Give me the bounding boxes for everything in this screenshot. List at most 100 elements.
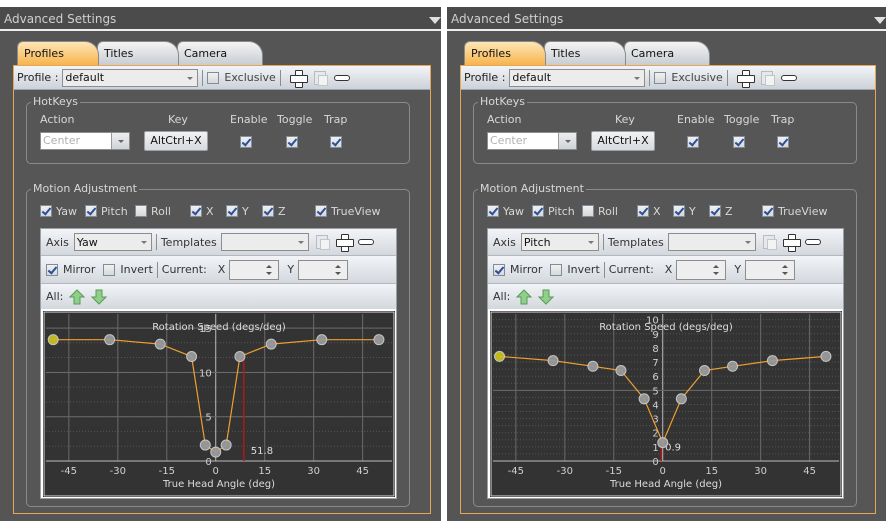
templates-select[interactable] — [220, 233, 309, 251]
control-point[interactable] — [265, 338, 277, 350]
selected-control-point[interactable] — [494, 350, 506, 362]
yaw-check-item[interactable]: Yaw — [487, 205, 524, 218]
z-checkbox[interactable] — [709, 205, 721, 217]
control-point[interactable] — [615, 365, 627, 377]
copy-template-button[interactable] — [313, 233, 331, 251]
tab-titles[interactable]: Titles — [544, 41, 626, 65]
enable-checkbox[interactable] — [687, 136, 699, 148]
z-check-item[interactable]: Z — [709, 205, 733, 218]
tab-profiles[interactable]: Profiles — [464, 41, 546, 65]
control-point[interactable] — [587, 360, 599, 372]
profile-select[interactable]: default — [509, 68, 646, 87]
yaw-checkbox[interactable] — [487, 205, 499, 217]
current-y-spinner[interactable] — [298, 259, 349, 280]
axis-select[interactable]: Pitch — [520, 233, 599, 251]
control-point[interactable] — [699, 365, 711, 377]
chevron-down-icon[interactable] — [111, 133, 129, 149]
control-point[interactable] — [657, 437, 669, 449]
yaw-checkbox[interactable] — [40, 205, 52, 217]
profile-select[interactable]: default — [62, 68, 199, 87]
response-curve-svg[interactable]: -45 -30 -15 0 15 30 45012345678910Rotation Spe… — [490, 311, 842, 497]
remove-profile-button[interactable] — [780, 69, 798, 87]
tab-camera[interactable]: Camera — [624, 41, 710, 65]
control-point[interactable] — [547, 355, 559, 367]
chevron-down-icon[interactable] — [558, 133, 576, 149]
control-point[interactable] — [727, 360, 739, 372]
invert-checkbox[interactable] — [550, 263, 563, 276]
remove-template-button[interactable] — [804, 233, 822, 251]
control-point[interactable] — [675, 393, 687, 405]
x-check-item[interactable]: X — [190, 205, 214, 218]
trap-checkbox[interactable] — [330, 136, 342, 148]
response-curve-plot[interactable]: -45 -30 -15 0 15 30 45 0 1 2 3 4 5 6 7 8 9 10 Rotation Spe… — [490, 311, 842, 497]
control-point[interactable] — [766, 355, 778, 367]
enable-checkbox[interactable] — [240, 136, 252, 148]
collapse-triangle-icon[interactable] — [874, 17, 886, 24]
y-check-item[interactable]: Y — [673, 205, 696, 218]
control-point[interactable] — [220, 439, 232, 451]
control-point[interactable] — [186, 351, 198, 363]
exclusive-checkbox[interactable] — [654, 71, 667, 84]
control-point[interactable] — [104, 334, 116, 346]
trueview-check-item[interactable]: TrueView — [762, 205, 827, 218]
roll-checkbox[interactable] — [582, 205, 594, 217]
add-template-button[interactable] — [782, 233, 801, 252]
yaw-check-item[interactable]: Yaw — [40, 205, 77, 218]
y-checkbox[interactable] — [673, 205, 685, 217]
x-checkbox[interactable] — [637, 205, 649, 217]
response-curve-svg[interactable]: -45 -30 -15 0 15 30 45051015Rotation Speed (de… — [43, 311, 395, 497]
add-profile-button[interactable] — [736, 69, 755, 88]
exclusive-checkbox[interactable] — [207, 71, 220, 84]
z-checkbox[interactable] — [262, 205, 274, 217]
control-point[interactable] — [820, 350, 832, 362]
control-point[interactable] — [373, 334, 385, 346]
hotkey-key-button[interactable]: AltCtrl+X — [144, 131, 208, 151]
x-checkbox[interactable] — [190, 205, 202, 217]
add-profile-button[interactable] — [289, 69, 308, 88]
current-x-spinner[interactable] — [676, 259, 727, 280]
response-curve-plot[interactable]: -45 -30 -15 0 15 30 45 0 5 10 15 Rotation Speed (de… — [43, 311, 395, 497]
hotkey-key-button[interactable]: AltCtrl+X — [591, 131, 655, 151]
action-select[interactable]: Center — [487, 132, 577, 150]
pitch-checkbox[interactable] — [532, 205, 544, 217]
roll-check-item[interactable]: Roll — [135, 205, 171, 218]
roll-check-item[interactable]: Roll — [582, 205, 618, 218]
mirror-checkbox[interactable] — [493, 263, 505, 276]
control-point[interactable] — [154, 338, 166, 350]
selected-control-point[interactable] — [47, 334, 59, 346]
add-template-button[interactable] — [335, 233, 354, 252]
copy-template-button[interactable] — [760, 233, 778, 251]
lower-all-arrow-down-icon[interactable] — [91, 289, 108, 305]
lower-all-arrow-down-icon[interactable] — [538, 289, 555, 305]
tab-camera[interactable]: Camera — [177, 41, 263, 65]
toggle-checkbox[interactable] — [733, 136, 745, 148]
remove-profile-button[interactable] — [333, 69, 351, 87]
mirror-checkbox[interactable] — [46, 263, 58, 276]
roll-checkbox[interactable] — [135, 205, 147, 217]
control-point[interactable] — [234, 351, 246, 363]
invert-checkbox[interactable] — [103, 263, 116, 276]
control-point[interactable] — [638, 393, 650, 405]
trueview-checkbox[interactable] — [762, 205, 774, 217]
tab-profiles[interactable]: Profiles — [17, 41, 99, 65]
trap-checkbox[interactable] — [777, 136, 789, 148]
trueview-checkbox[interactable] — [315, 205, 327, 217]
raise-all-arrow-up-icon[interactable] — [516, 288, 533, 305]
y-checkbox[interactable] — [226, 205, 238, 217]
templates-select[interactable] — [667, 233, 756, 251]
y-check-item[interactable]: Y — [226, 205, 249, 218]
collapse-triangle-icon[interactable] — [429, 17, 441, 24]
action-select[interactable]: Center — [40, 132, 130, 150]
control-point[interactable] — [210, 446, 222, 458]
pitch-checkbox[interactable] — [85, 205, 97, 217]
current-x-spinner[interactable] — [229, 259, 280, 280]
tab-titles[interactable]: Titles — [97, 41, 179, 65]
z-check-item[interactable]: Z — [262, 205, 286, 218]
copy-profile-button[interactable] — [758, 69, 776, 87]
remove-template-button[interactable] — [357, 233, 375, 251]
trueview-check-item[interactable]: TrueView — [315, 205, 380, 218]
pitch-check-item[interactable]: Pitch — [85, 205, 128, 218]
copy-profile-button[interactable] — [311, 69, 329, 87]
toggle-checkbox[interactable] — [286, 136, 298, 148]
control-point[interactable] — [316, 334, 328, 346]
